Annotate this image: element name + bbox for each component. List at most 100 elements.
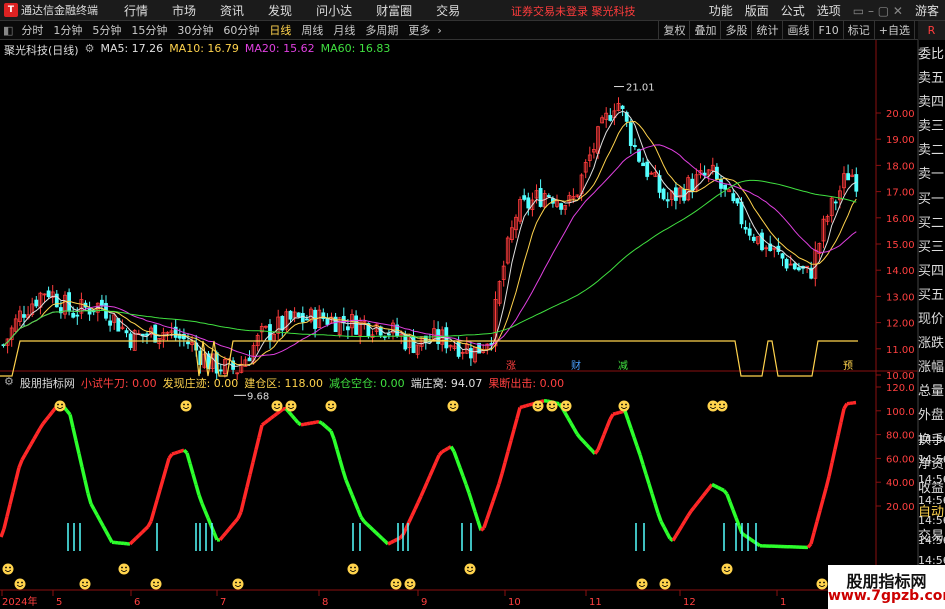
- menu-item-layout[interactable]: 版面: [739, 2, 775, 19]
- quote-label[interactable]: 卖二: [918, 139, 945, 163]
- window-controls-icon[interactable]: ▭ – ▢ ✕: [847, 4, 909, 18]
- oscillator-segment: [618, 410, 623, 415]
- oscillator-segment: [653, 502, 660, 514]
- menu-item-quotes[interactable]: 行情: [112, 2, 160, 19]
- adjust-button[interactable]: 复权: [658, 21, 689, 40]
- multi-stock-button[interactable]: 多股: [720, 21, 751, 40]
- tab-multi-period[interactable]: 多周期: [360, 22, 403, 38]
- candle-body: [731, 193, 736, 202]
- oscillator-segment: [23, 448, 30, 456]
- oscillator-segment: [47, 411, 54, 418]
- settings-gear-icon[interactable]: ⚙: [85, 42, 95, 58]
- menu-item-ask[interactable]: 问小达: [304, 2, 364, 19]
- quote-label[interactable]: 外盘: [918, 404, 945, 428]
- login-notice[interactable]: 证券交易未登录 聚光科技: [511, 3, 636, 19]
- overlay-button[interactable]: 叠加: [689, 21, 720, 40]
- quote-label[interactable]: 卖五: [918, 67, 945, 91]
- oscillator-segment: [140, 528, 147, 534]
- tab-5min[interactable]: 5分钟: [87, 22, 126, 38]
- quote-label[interactable]: 买四: [918, 260, 945, 284]
- oscillator-segment: [269, 414, 276, 420]
- oscillator-segment: [683, 514, 690, 522]
- quote-label[interactable]: 买一: [918, 188, 945, 212]
- smiley-icon: [17, 581, 19, 584]
- indicator-item: 果断出击: 0.00: [488, 377, 565, 390]
- oscillator-segment: [254, 436, 261, 451]
- tab-intraday[interactable]: 分时: [16, 22, 48, 38]
- tab-30min[interactable]: 30分钟: [172, 22, 218, 38]
- x-tick-label: 2024年: [2, 595, 37, 608]
- tab-15min[interactable]: 15分钟: [126, 22, 172, 38]
- menu-item-guest[interactable]: 游客: [909, 2, 945, 19]
- oscillator-segment: [155, 489, 162, 501]
- oscillator-segment: [275, 409, 282, 415]
- tab-daily[interactable]: 日线: [264, 22, 296, 38]
- menu-item-wealth[interactable]: 财富圈: [364, 2, 424, 19]
- tick-time: 14:56: [918, 453, 945, 467]
- quote-label[interactable]: 买二: [918, 212, 945, 236]
- toolbar-toggle-icon[interactable]: ◧: [0, 24, 16, 37]
- stats-button[interactable]: 统计: [751, 21, 782, 40]
- smiley-icon: [724, 566, 726, 569]
- x-tick-label: 7: [220, 597, 226, 608]
- tab-weekly[interactable]: 周线: [296, 22, 328, 38]
- smiley-icon: [235, 581, 237, 584]
- oscillator-segment: [329, 430, 336, 440]
- candle-body: [411, 335, 416, 353]
- candle-body: [304, 318, 309, 321]
- quote-label[interactable]: 卖三: [918, 115, 945, 139]
- menu-item-trade[interactable]: 交易: [424, 2, 472, 19]
- stock-title[interactable]: 聚光科技(日线): [4, 42, 79, 58]
- menu-item-market[interactable]: 市场: [160, 2, 208, 19]
- smiley-icon: [625, 403, 627, 406]
- candle-body: [784, 258, 789, 269]
- smiley-icon: [621, 403, 623, 406]
- quote-label[interactable]: 涨跌: [918, 332, 945, 356]
- event-marker: 财: [571, 359, 581, 372]
- candle-body: [747, 228, 752, 236]
- tab-60min[interactable]: 60分钟: [218, 22, 264, 38]
- oscillator-segment: [449, 445, 456, 453]
- smiley-icon: [450, 403, 452, 406]
- menu-item-news[interactable]: 资讯: [208, 2, 256, 19]
- quote-label[interactable]: 买五: [918, 284, 945, 308]
- oscillator-segment: [309, 421, 314, 425]
- quote-label[interactable]: 涨幅: [918, 356, 945, 380]
- tab-more[interactable]: 更多: [403, 22, 435, 38]
- settings-gear-icon[interactable]: ⚙: [4, 375, 14, 391]
- oscillator-segment: [200, 502, 207, 512]
- indicator-name[interactable]: 股朋指标网: [20, 375, 75, 391]
- smiley-icon: [532, 400, 544, 412]
- candle-body: [71, 312, 76, 318]
- tab-1min[interactable]: 1分钟: [48, 22, 87, 38]
- menu-item-discover[interactable]: 发现: [256, 2, 304, 19]
- quote-label[interactable]: 总量: [918, 380, 945, 404]
- quote-label[interactable]: 卖四: [918, 91, 945, 115]
- candle-body: [46, 290, 51, 298]
- draw-line-button[interactable]: 画线: [782, 21, 813, 40]
- smiley-icon: [5, 566, 7, 569]
- menu-item-formula[interactable]: 公式: [775, 2, 811, 19]
- quote-label[interactable]: 委比: [918, 43, 945, 67]
- mark-button[interactable]: 标记: [842, 21, 874, 40]
- quote-label[interactable]: 买三: [918, 236, 945, 260]
- menu-item-function[interactable]: 功能: [703, 2, 739, 19]
- kline-chart[interactable]: 21.019.68涨财减预20.0019.0018.0017.0016.0015…: [0, 40, 945, 609]
- candle-body: [760, 232, 764, 251]
- menu-item-options[interactable]: 选项: [811, 2, 847, 19]
- oscillator-segment: [158, 478, 165, 491]
- oscillator-segment: [320, 421, 327, 428]
- y-tick-label: 18.00: [886, 161, 915, 172]
- oscillator-segment: [756, 542, 761, 548]
- quote-label[interactable]: 现价: [918, 308, 945, 332]
- tab-monthly[interactable]: 月线: [328, 22, 360, 38]
- oscillator-segment: [635, 445, 642, 456]
- f10-button[interactable]: F10: [813, 21, 842, 40]
- quote-label[interactable]: 卖一: [918, 163, 945, 187]
- rights-badge[interactable]: R: [918, 21, 945, 40]
- add-watchlist-button[interactable]: +自选: [873, 21, 914, 40]
- oscillator-segment: [221, 531, 228, 538]
- oscillator-segment: [218, 535, 225, 541]
- chevron-right-icon[interactable]: ›: [435, 24, 443, 37]
- oscillator-segment: [233, 517, 240, 524]
